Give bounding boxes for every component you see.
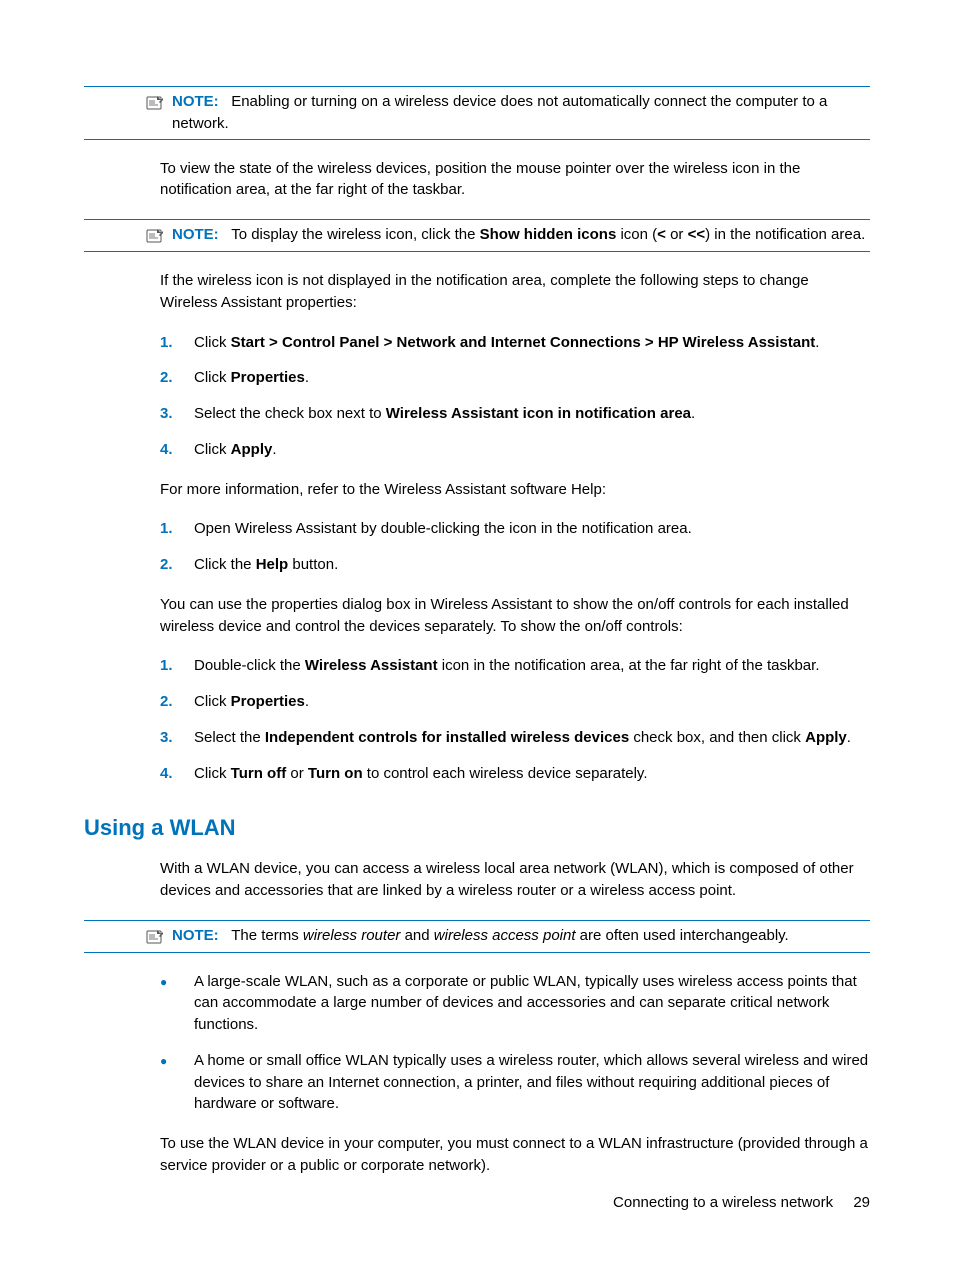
note-icon	[144, 926, 166, 948]
note-text: Enabling or turning on a wireless device…	[172, 93, 827, 132]
procedure-list-2: 1. Open Wireless Assistant by double-cli…	[160, 518, 870, 576]
procedure-list-1: 1. Click Start > Control Panel > Network…	[160, 332, 870, 461]
note-body: NOTE: To display the wireless icon, clic…	[172, 224, 870, 246]
note-box-3: NOTE: The terms wireless router and wire…	[84, 920, 870, 953]
list-text: Select the check box next to Wireless As…	[194, 403, 695, 425]
list-text: Click Properties.	[194, 367, 309, 389]
list-number: 1.	[160, 655, 174, 677]
list-item: ● A home or small office WLAN typically …	[160, 1050, 870, 1115]
list-item: 2. Click Properties.	[160, 367, 870, 389]
list-text: Double-click the Wireless Assistant icon…	[194, 655, 820, 677]
list-item: 1. Double-click the Wireless Assistant i…	[160, 655, 870, 677]
page-footer: Connecting to a wireless network 29	[613, 1192, 870, 1214]
list-item: 3. Select the Independent controls for i…	[160, 727, 870, 749]
list-number: 1.	[160, 518, 174, 540]
note-text-part: The terms	[231, 927, 303, 944]
footer-section: Connecting to a wireless network	[613, 1194, 833, 1211]
list-number: 4.	[160, 763, 174, 785]
list-text: Click the Help button.	[194, 554, 338, 576]
list-number: 2.	[160, 367, 174, 389]
page-content: NOTE: Enabling or turning on a wireless …	[84, 86, 870, 1177]
note-box-2: NOTE: To display the wireless icon, clic…	[84, 219, 870, 252]
list-text: Click Properties.	[194, 691, 309, 713]
list-item: 3. Select the check box next to Wireless…	[160, 403, 870, 425]
note-label: NOTE:	[172, 226, 219, 243]
note-icon	[144, 225, 166, 247]
list-item: 1. Click Start > Control Panel > Network…	[160, 332, 870, 354]
paragraph: For more information, refer to the Wirel…	[160, 479, 870, 501]
list-item: 2. Click the Help button.	[160, 554, 870, 576]
bullet-icon: ●	[160, 1050, 174, 1115]
list-number: 2.	[160, 691, 174, 713]
note-text-bold: <	[657, 226, 666, 243]
bullet-icon: ●	[160, 971, 174, 1036]
list-number: 4.	[160, 439, 174, 461]
procedure-list-3: 1. Double-click the Wireless Assistant i…	[160, 655, 870, 784]
list-number: 3.	[160, 727, 174, 749]
note-text-part: or	[666, 226, 688, 243]
paragraph: With a WLAN device, you can access a wir…	[160, 858, 870, 902]
paragraph: To view the state of the wireless device…	[160, 158, 870, 202]
list-text: A large-scale WLAN, such as a corporate …	[194, 971, 870, 1036]
note-text-bold: <<	[688, 226, 706, 243]
note-icon	[144, 92, 166, 114]
list-number: 3.	[160, 403, 174, 425]
list-item: 4. Click Turn off or Turn on to control …	[160, 763, 870, 785]
section-heading: Using a WLAN	[84, 812, 870, 844]
list-item: 2. Click Properties.	[160, 691, 870, 713]
list-text: A home or small office WLAN typically us…	[194, 1050, 870, 1115]
list-text: Click Apply.	[194, 439, 277, 461]
list-number: 1.	[160, 332, 174, 354]
list-text: Click Turn off or Turn on to control eac…	[194, 763, 648, 785]
list-text: Open Wireless Assistant by double-clicki…	[194, 518, 692, 540]
paragraph: If the wireless icon is not displayed in…	[160, 270, 870, 314]
note-text-part: and	[400, 927, 433, 944]
paragraph: To use the WLAN device in your computer,…	[160, 1133, 870, 1177]
list-item: ● A large-scale WLAN, such as a corporat…	[160, 971, 870, 1036]
bullet-list: ● A large-scale WLAN, such as a corporat…	[160, 971, 870, 1116]
list-number: 2.	[160, 554, 174, 576]
list-text: Click Start > Control Panel > Network an…	[194, 332, 819, 354]
note-body: NOTE: The terms wireless router and wire…	[172, 925, 870, 947]
note-text-part: To display the wireless icon, click the	[231, 226, 479, 243]
note-text-part: icon (	[616, 226, 657, 243]
note-box-1: NOTE: Enabling or turning on a wireless …	[84, 86, 870, 140]
note-text-bold: Show hidden icons	[480, 226, 617, 243]
note-text-part: ) in the notification area.	[705, 226, 865, 243]
note-body: NOTE: Enabling or turning on a wireless …	[172, 91, 870, 135]
note-label: NOTE:	[172, 93, 219, 110]
list-item: 1. Open Wireless Assistant by double-cli…	[160, 518, 870, 540]
note-text-italic: wireless router	[303, 927, 401, 944]
note-text-part: are often used interchangeably.	[576, 927, 789, 944]
paragraph: You can use the properties dialog box in…	[160, 594, 870, 638]
note-text-italic: wireless access point	[434, 927, 576, 944]
list-text: Select the Independent controls for inst…	[194, 727, 851, 749]
list-item: 4. Click Apply.	[160, 439, 870, 461]
note-label: NOTE:	[172, 927, 219, 944]
page-number: 29	[853, 1194, 870, 1211]
